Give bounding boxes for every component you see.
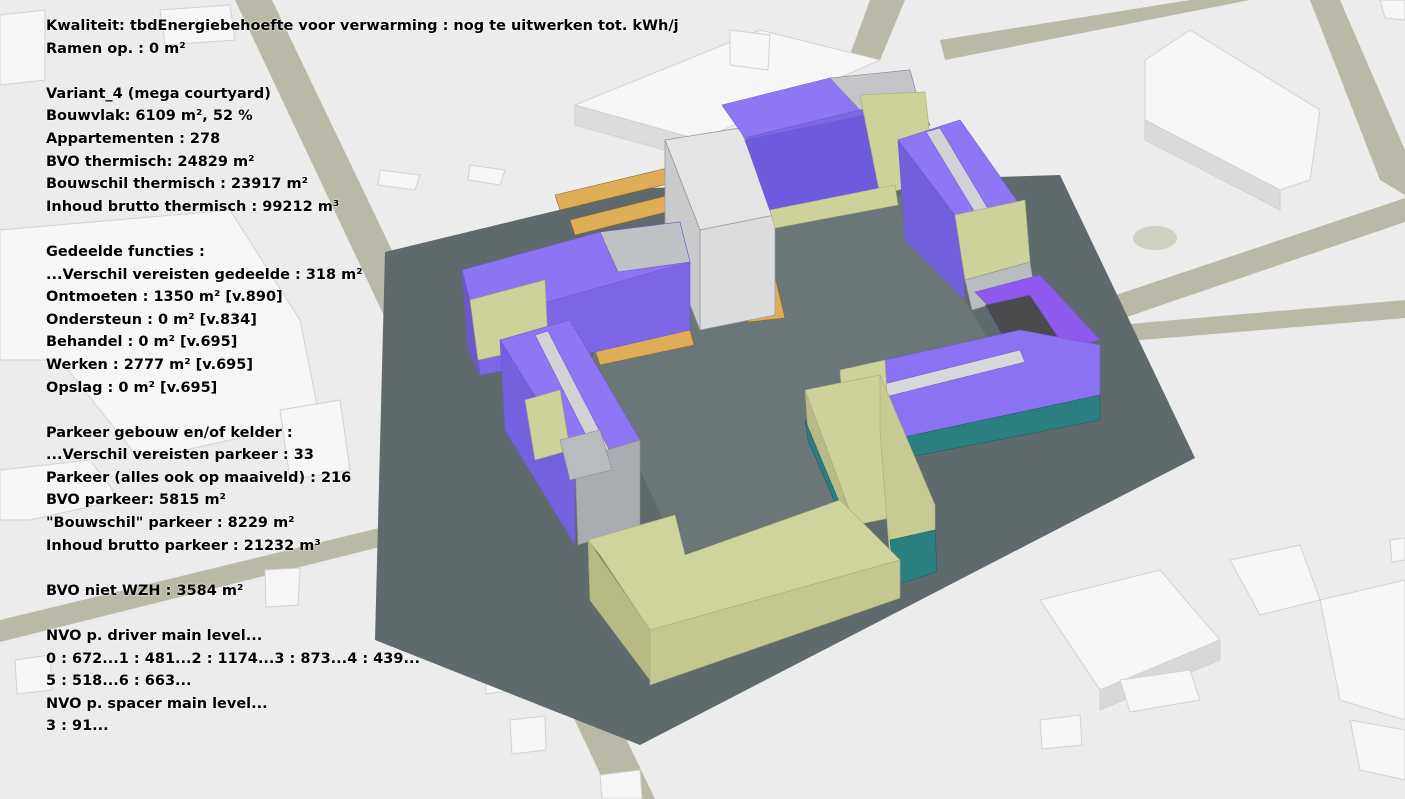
nvo-spacer-header: NVO p. spacer main level... [46,695,268,712]
nvo-driver-header: NVO p. driver main level... [46,628,263,645]
analysis-text-overlay: Kwaliteit: tbdEnergiebehoefte voor verwa… [46,15,686,738]
ontmoeten-line: Ontmoeten : 1350 m² [v.890] [46,289,283,306]
bouwschil-parkeer-line: "Bouwschil" parkeer : 8229 m² [46,515,295,532]
verschil-gedeelde-line: ...Verschil vereisten gedeelde : 318 m² [46,266,363,283]
opslag-line: Opslag : 0 m² [v.695] [46,379,218,396]
behandel-line: Behandel : 0 m² [v.695] [46,334,238,351]
gedeelde-functies-header: Gedeelde functies : [46,243,205,260]
kwaliteit-line: Kwaliteit: tbdEnergiebehoefte voor verwa… [46,18,679,34]
bvo-parkeer-line: BVO parkeer: 5815 m² [46,492,226,509]
inhoud-thermisch-line: Inhoud brutto thermisch : 99212 m³ [46,198,340,215]
nvo-driver-values-2: 5 : 518...6 : 663... [46,673,192,690]
bouwvlak-line: Bouwvlak: 6109 m², 52 % [46,108,253,125]
parkeer-header: Parkeer gebouw en/of kelder : [46,424,293,441]
ramen-line: Ramen op. : 0 m² [46,40,186,57]
nvo-spacer-values: 3 : 91... [46,718,109,735]
appartementen-line: Appartementen : 278 [46,130,221,147]
variant-title: Variant_4 (mega courtyard) [46,85,271,102]
bouwschil-thermisch-line: Bouwschil thermisch : 23917 m² [46,176,308,193]
ondersteun-line: Ondersteun : 0 m² [v.834] [46,311,257,328]
bvo-niet-wzh-line: BVO niet WZH : 3584 m² [46,582,244,599]
inhoud-parkeer-line: Inhoud brutto parkeer : 21232 m³ [46,537,321,554]
nvo-driver-values-1: 0 : 672...1 : 481...2 : 1174...3 : 873..… [46,650,420,667]
verschil-parkeer-line: ...Verschil vereisten parkeer : 33 [46,447,314,464]
parkeer-alles-line: Parkeer (alles ook op maaiveld) : 216 [46,469,352,486]
werken-line: Werken : 2777 m² [v.695] [46,356,253,373]
bvo-thermisch-line: BVO thermisch: 24829 m² [46,153,255,170]
